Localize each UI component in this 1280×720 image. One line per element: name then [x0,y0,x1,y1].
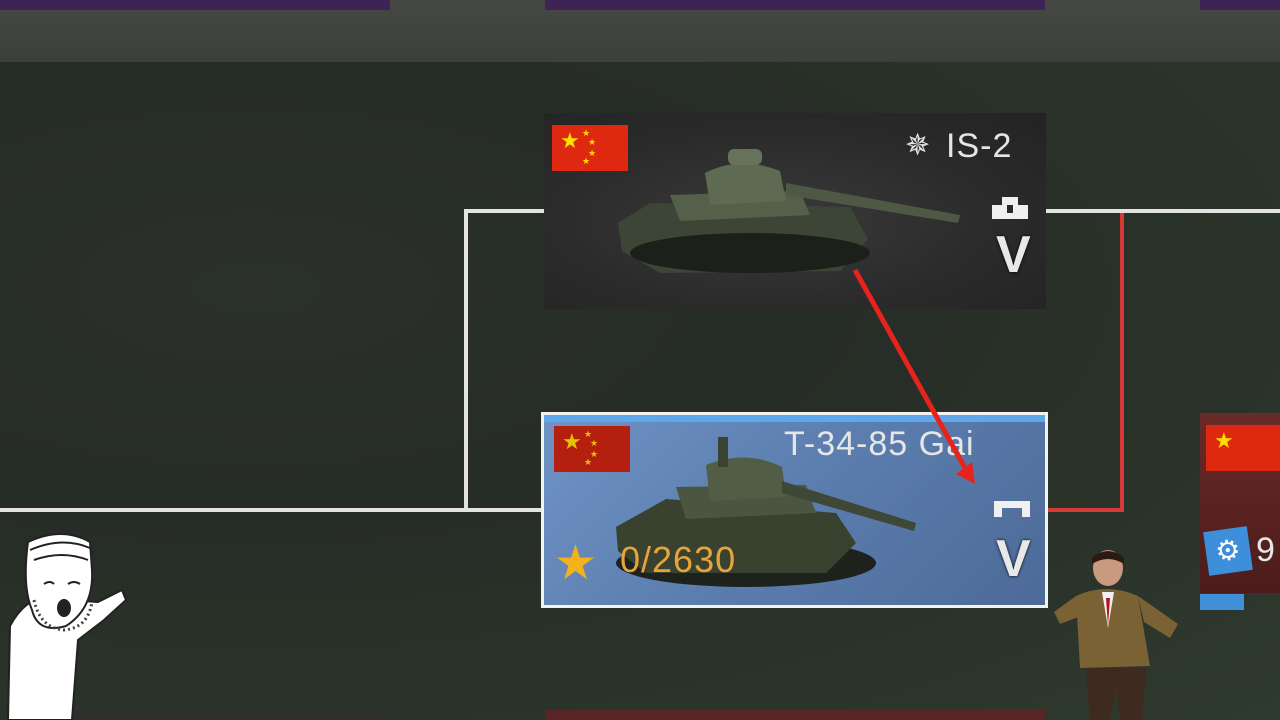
man-checking-watch-icon [1054,550,1178,720]
pointing-wojak-icon [6,533,128,720]
